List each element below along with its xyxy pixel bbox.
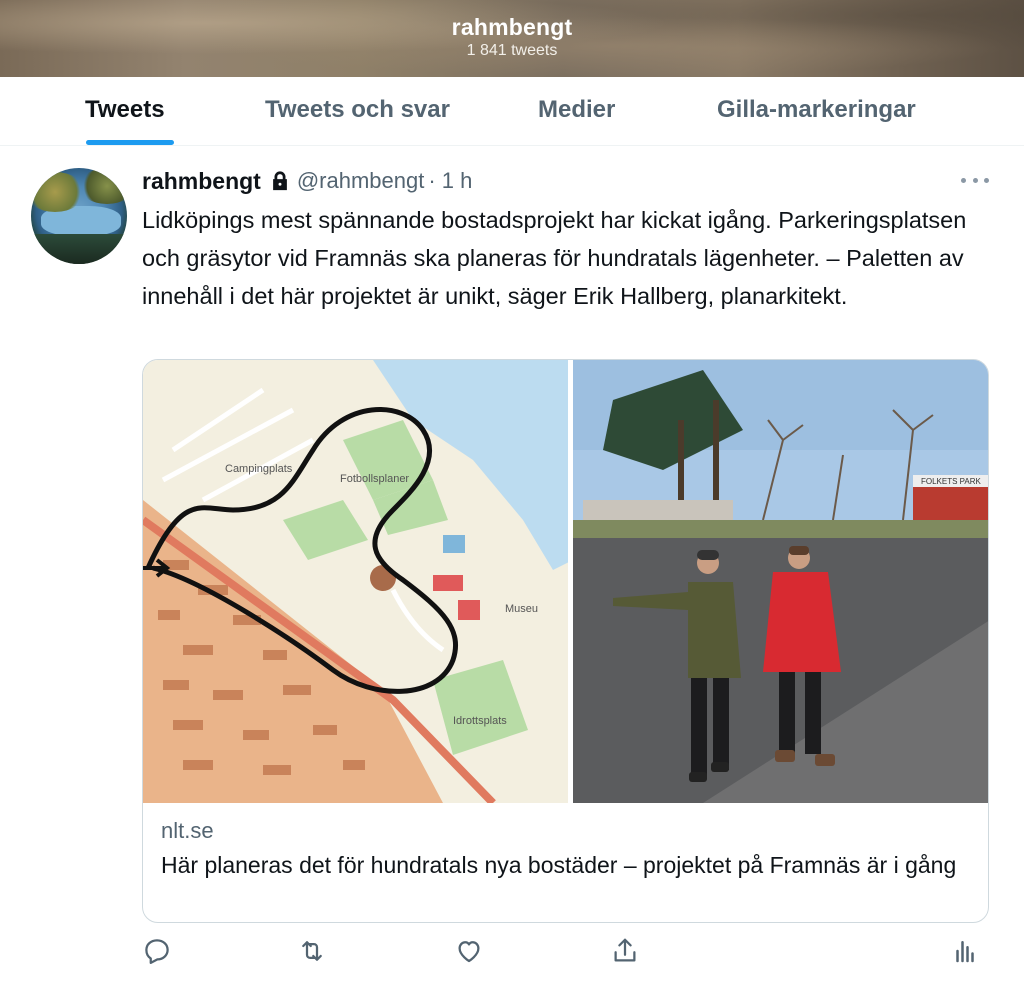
more-options-icon[interactable] xyxy=(961,170,989,190)
active-tab-indicator xyxy=(86,140,174,145)
tweet-header: rahmbengt @rahmbengt · 1 h xyxy=(142,166,472,196)
map-label-museum: Museu xyxy=(505,603,538,615)
tweet-author-handle[interactable]: @rahmbengt xyxy=(297,168,425,194)
photo-image: FOLKETS PARK xyxy=(573,360,988,803)
tweet-count: 1 841 tweets xyxy=(466,42,558,59)
map-label-camping: Campingplats xyxy=(225,463,293,475)
tab-tweets[interactable]: Tweets xyxy=(85,77,165,146)
map-label-football: Fotbollsplaner xyxy=(340,473,409,485)
profile-name: rahmbengt xyxy=(451,14,573,40)
tab-likes[interactable]: Gilla-markeringar xyxy=(717,77,916,146)
avatar[interactable] xyxy=(31,168,127,264)
card-title[interactable]: Här planeras det för hundratals nya bost… xyxy=(161,849,976,881)
profile-tabs: Tweets Tweets och svar Medier Gilla-mark… xyxy=(0,77,1024,146)
analytics-icon[interactable] xyxy=(950,936,980,966)
share-icon[interactable] xyxy=(610,936,640,966)
tweet-author-name[interactable]: rahmbengt xyxy=(142,168,261,195)
tweet-text: Lidköpings mest spännande bostadsprojekt… xyxy=(142,207,967,309)
lock-icon xyxy=(269,170,291,192)
map-label-sports: Idrottsplats xyxy=(453,715,507,727)
link-card[interactable]: Campingplats Fotbollsplaner Museu Idrott… xyxy=(142,359,989,923)
profile-header-banner: rahmbengt 1 841 tweets xyxy=(0,0,1024,77)
reply-icon[interactable] xyxy=(142,936,172,966)
retweet-icon[interactable] xyxy=(297,936,327,966)
sign-text: FOLKETS PARK xyxy=(921,477,982,486)
tab-tweets-and-replies[interactable]: Tweets och svar xyxy=(265,77,450,146)
tweet-action-bar xyxy=(140,934,990,974)
tab-media[interactable]: Medier xyxy=(538,77,615,146)
like-icon[interactable] xyxy=(454,936,484,966)
card-domain[interactable]: nlt.se xyxy=(161,818,214,844)
map-image: Campingplats Fotbollsplaner Museu Idrott… xyxy=(143,360,573,803)
card-image[interactable]: Campingplats Fotbollsplaner Museu Idrott… xyxy=(143,360,988,803)
tweet-timestamp[interactable]: · 1 h xyxy=(428,168,472,194)
